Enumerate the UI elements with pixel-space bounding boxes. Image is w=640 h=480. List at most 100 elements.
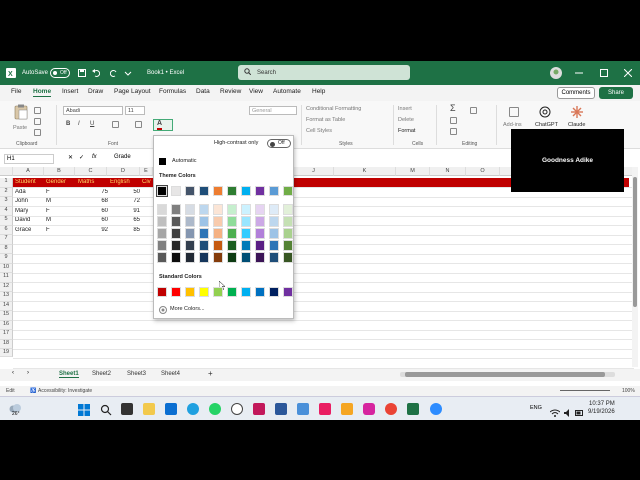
next-sheet-icon[interactable]: › xyxy=(27,370,29,376)
chrome-icon[interactable] xyxy=(385,403,397,415)
tab-view[interactable]: View xyxy=(249,88,263,95)
row-header[interactable]: 9 xyxy=(0,254,13,264)
standard-color-swatch[interactable] xyxy=(241,287,251,297)
paste-button-label[interactable]: Paste xyxy=(13,125,27,131)
table-cell[interactable]: 65 xyxy=(120,217,140,223)
delete-cells-button[interactable]: Delete xyxy=(398,117,414,123)
conditional-formatting-button[interactable]: Conditional Formatting xyxy=(306,106,361,112)
battery-icon[interactable] xyxy=(575,404,584,420)
theme-shade-swatch[interactable] xyxy=(157,204,167,215)
photos-icon[interactable] xyxy=(319,403,331,415)
chatgpt-app-icon[interactable] xyxy=(231,403,243,415)
save-icon[interactable] xyxy=(78,61,86,85)
store-icon[interactable] xyxy=(165,403,177,415)
theme-shade-swatch[interactable] xyxy=(213,216,223,227)
column-header[interactable]: N xyxy=(430,167,466,176)
format-painter-icon[interactable] xyxy=(34,129,41,136)
table-cell[interactable]: 50 xyxy=(120,189,140,195)
column-header[interactable]: J xyxy=(294,167,334,176)
search-icon[interactable] xyxy=(100,403,112,416)
formula-input[interactable]: Grade xyxy=(114,154,131,160)
column-header[interactable]: M xyxy=(396,167,430,176)
theme-shade-swatch[interactable] xyxy=(227,240,237,251)
theme-shade-swatch[interactable] xyxy=(227,252,237,263)
wifi-icon[interactable] xyxy=(549,404,561,420)
accessibility-status[interactable]: Accessibility: Investigate xyxy=(38,388,92,394)
customize-toolbar-icon[interactable] xyxy=(124,61,132,85)
theme-shade-swatch[interactable] xyxy=(227,228,237,239)
theme-shade-swatch[interactable] xyxy=(241,240,251,251)
theme-shade-swatch[interactable] xyxy=(269,216,279,227)
theme-shade-swatch[interactable] xyxy=(199,240,209,251)
instagram-icon[interactable] xyxy=(363,403,375,415)
theme-shade-swatch[interactable] xyxy=(255,240,265,251)
row-header[interactable]: 3 xyxy=(0,197,13,207)
borders-icon[interactable] xyxy=(112,121,119,128)
theme-shade-swatch[interactable] xyxy=(283,216,293,227)
cell-header-civic[interactable]: Civ xyxy=(142,179,153,185)
clock[interactable]: 10:37 PM 9/19/2026 xyxy=(588,400,615,416)
bold-icon[interactable]: B xyxy=(66,121,70,127)
standard-color-swatch[interactable] xyxy=(157,287,167,297)
minimize-icon[interactable] xyxy=(575,61,583,85)
table-cell[interactable]: Ada xyxy=(15,189,26,195)
table-cell[interactable]: 75 xyxy=(88,189,108,195)
add-sheet-button[interactable]: + xyxy=(208,369,213,378)
windows-start-icon[interactable] xyxy=(78,403,90,416)
fill-color-icon[interactable] xyxy=(135,121,142,128)
close-icon[interactable] xyxy=(624,61,632,85)
horizontal-scrollbar[interactable] xyxy=(400,372,615,377)
table-cell[interactable]: Grace xyxy=(15,227,31,233)
theme-shade-swatch[interactable] xyxy=(241,204,251,215)
font-name-select[interactable]: Abadi xyxy=(63,106,123,115)
comments-button[interactable]: Comments xyxy=(557,87,595,99)
theme-shade-swatch[interactable] xyxy=(199,204,209,215)
tab-insert[interactable]: Insert xyxy=(62,88,78,95)
theme-shade-swatch[interactable] xyxy=(283,204,293,215)
theme-color-swatch[interactable] xyxy=(227,186,237,196)
row-header[interactable]: 8 xyxy=(0,244,13,254)
table-cell[interactable]: 68 xyxy=(88,198,108,204)
app-icon[interactable] xyxy=(297,403,309,415)
worksheet-grid[interactable]: A B C D E J K M N O 1 2 3 4 5 6 7 8 9 10… xyxy=(0,167,634,369)
row-header[interactable]: 19 xyxy=(0,349,13,357)
theme-shade-swatch[interactable] xyxy=(199,216,209,227)
select-all-corner[interactable] xyxy=(0,167,13,176)
row-header[interactable]: 5 xyxy=(0,216,13,226)
excel-taskbar-icon[interactable] xyxy=(407,403,419,415)
column-header[interactable]: A xyxy=(13,167,44,176)
column-header[interactable]: K xyxy=(334,167,396,176)
theme-shade-swatch[interactable] xyxy=(283,240,293,251)
theme-shade-swatch[interactable] xyxy=(171,204,181,215)
theme-shade-swatch[interactable] xyxy=(185,204,195,215)
row-header[interactable]: 2 xyxy=(0,187,13,197)
tab-help[interactable]: Help xyxy=(312,88,325,95)
format-cells-button[interactable]: Format xyxy=(398,128,415,134)
table-cell[interactable]: David xyxy=(15,217,30,223)
clear-icon[interactable] xyxy=(450,128,457,135)
table-cell[interactable]: 85 xyxy=(120,227,140,233)
theme-color-swatch[interactable] xyxy=(241,186,251,196)
cell-header-maths[interactable]: Maths xyxy=(78,179,108,185)
autosum-icon[interactable]: Σ xyxy=(450,103,456,113)
horizontal-scroll-thumb[interactable] xyxy=(405,372,605,377)
column-header[interactable]: D xyxy=(107,167,140,176)
theme-shade-swatch[interactable] xyxy=(213,252,223,263)
standard-color-swatch[interactable] xyxy=(199,287,209,297)
standard-color-swatch[interactable] xyxy=(213,287,223,297)
theme-shade-swatch[interactable] xyxy=(171,228,181,239)
number-format-select[interactable]: General xyxy=(249,106,297,115)
copy-icon[interactable] xyxy=(34,118,41,125)
column-header[interactable]: O xyxy=(466,167,500,176)
standard-color-swatch[interactable] xyxy=(283,287,293,297)
table-cell[interactable]: F xyxy=(46,227,50,233)
avatar[interactable] xyxy=(550,61,562,85)
theme-shade-swatch[interactable] xyxy=(185,228,195,239)
theme-color-swatch[interactable] xyxy=(269,186,279,196)
chatgpt-button[interactable]: ChatGPT xyxy=(535,122,558,128)
sheet-tab-1[interactable]: Sheet1 xyxy=(59,371,79,378)
table-cell[interactable]: 72 xyxy=(120,198,140,204)
theme-shade-swatch[interactable] xyxy=(213,240,223,251)
row-header[interactable]: 18 xyxy=(0,339,13,349)
theme-shade-swatch[interactable] xyxy=(199,252,209,263)
